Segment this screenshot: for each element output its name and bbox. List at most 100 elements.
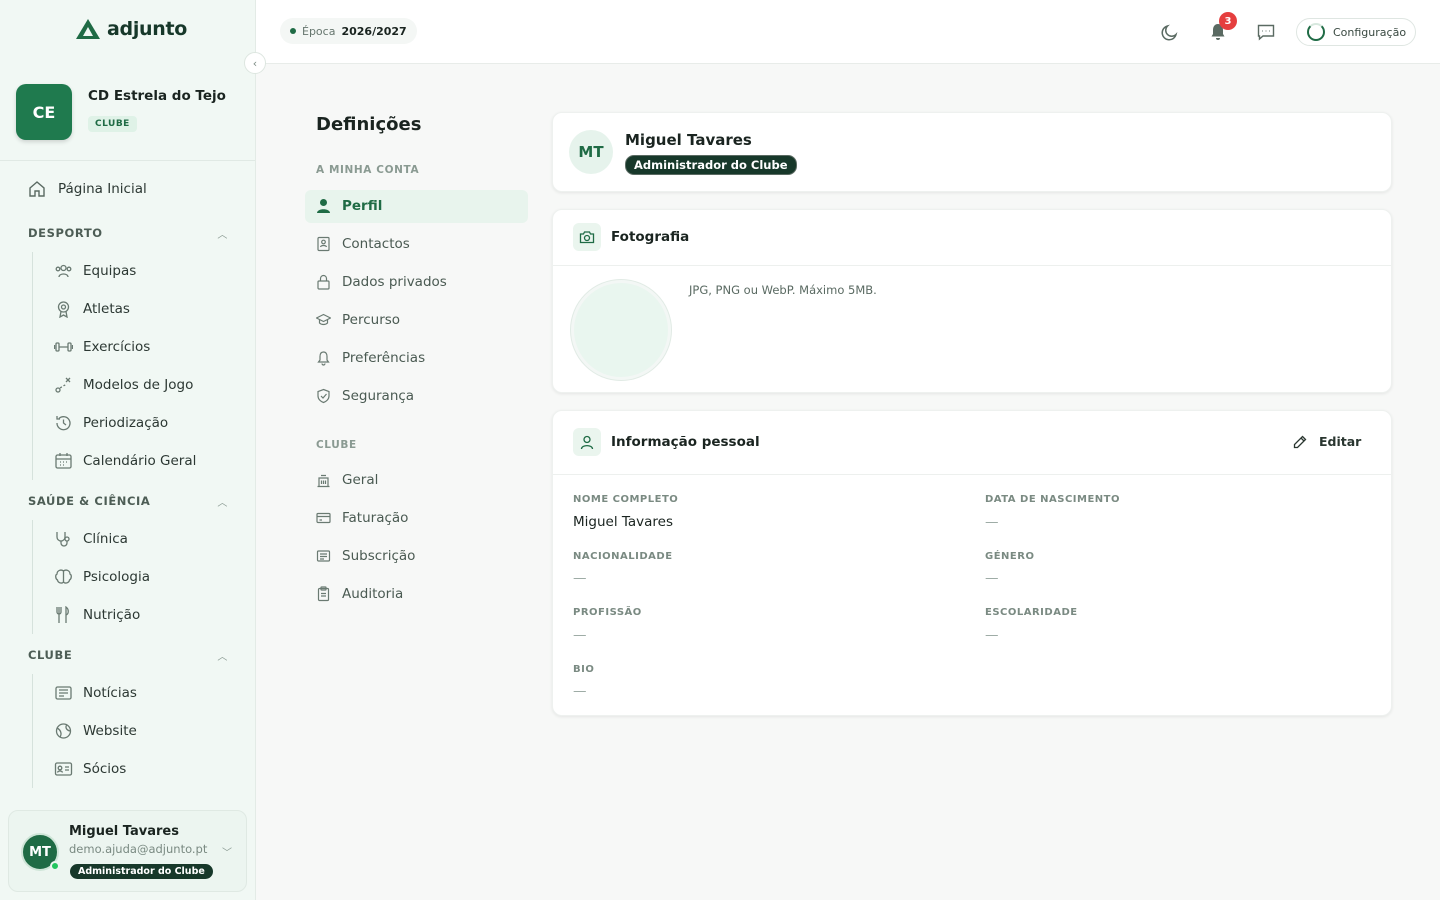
sidebar: adjunto ‹ CE CD Estrela do Tejo CLUBE Pá… [0,0,266,900]
stethoscope-icon [56,532,70,547]
field-label-gender: GÉNERO [985,551,1035,562]
field-label-birth-date: DATA DE NASCIMENTO [985,494,1120,505]
users-icon [55,264,72,278]
settings-item-faturacao[interactable]: Faturação [316,510,408,526]
sidebar-item-socios[interactable]: Sócios [54,760,126,778]
pencil-icon [1293,435,1307,448]
settings-item-label: Perfil [342,198,383,214]
notifications-button[interactable]: 3 [1206,12,1237,44]
club-avatar: CE [16,84,72,140]
online-status-dot [50,861,60,871]
settings-item-label: Faturação [342,510,409,526]
settings-section-account: A MINHA CONTA [316,164,420,176]
sidebar-item-nutricao[interactable]: Nutrição [54,606,140,624]
sidebar-item-equipas[interactable]: Equipas [54,262,136,280]
calendar-icon [55,453,72,469]
brand-logo[interactable]: adjunto [75,18,187,40]
profile-card: MT Miguel Tavares Administrador do Clube [552,112,1392,192]
configuration-button[interactable]: Configuração [1296,18,1416,46]
sidebar-item-clinica[interactable]: Clínica [54,530,128,548]
sidebar-item-psicologia[interactable]: Psicologia [54,568,150,586]
sidebar-item-website[interactable]: Website [54,722,137,740]
sidebar-item-noticias[interactable]: Notícias [54,684,137,702]
settings-item-seguranca[interactable]: Segurança [316,388,414,404]
photo-card: Fotografia JPG, PNG ou WebP. Máximo 5MB. [552,209,1392,393]
sidebar-item-calendario-geral[interactable]: Calendário Geral [54,452,196,470]
settings-section-clube: CLUBE [316,439,357,451]
configuration-label: Configuração [1333,25,1407,39]
settings-item-percurso[interactable]: Percurso [316,312,400,328]
settings-item-contactos[interactable]: Contactos [316,236,410,252]
receipt-icon [316,550,331,562]
settings-item-auditoria[interactable]: Auditoria [316,586,403,602]
settings-item-label: Segurança [342,388,415,404]
user-icon [317,199,330,213]
photo-upload-area[interactable] [571,280,671,380]
brain-icon [55,569,72,584]
user-outline-icon [573,428,601,456]
nav-group-line [32,674,33,788]
sidebar-item-exercicios[interactable]: Exercícios [54,338,150,356]
sidebar-item-atletas[interactable]: Atletas [54,300,130,318]
shield-check-icon [317,388,330,404]
sidebar-item-label: Website [83,723,137,739]
clipboard-icon [317,586,330,602]
field-label-full-name: NOME COMPLETO [573,494,679,505]
sidebar-item-periodizacao[interactable]: Periodização [54,414,168,432]
sidebar-item-label: Equipas [83,263,137,279]
utensils-icon [56,606,69,623]
sidebar-item-label: Modelos de Jogo [83,377,194,393]
sidebar-item-modelos-de-jogo[interactable]: Modelos de Jogo [54,376,193,394]
topbar: Época 2026/2027 3 Configuração [256,0,1440,64]
settings-item-label: Subscrição [342,548,416,564]
page-title: Definições [316,114,422,135]
personal-info-card: Informação pessoal Editar NOME COMPLETO … [552,410,1392,716]
user-menu[interactable]: MT Miguel Tavares demo.ajuda@adjunto.pt … [8,810,247,892]
settings-item-label: Auditoria [342,586,404,602]
id-card-icon [54,762,73,776]
profile-name: Miguel Tavares [625,131,752,149]
settings-item-label: Preferências [342,350,426,366]
chevron-up-icon: ︿ [217,498,228,509]
theme-toggle-button[interactable] [1158,20,1182,44]
club-switcher[interactable]: CE CD Estrela do Tejo CLUBE [0,64,255,161]
field-label-bio: BIO [573,664,595,675]
bell-outline-icon [317,351,330,366]
logo-icon [76,19,100,39]
card-header: Fotografia [553,210,1391,266]
settings-item-subscricao[interactable]: Subscrição [316,548,415,564]
settings-item-perfil[interactable]: Perfil [316,198,382,214]
sidebar-section-saude[interactable]: SAÚDE & CIÊNCIA ︿ [28,494,228,509]
graduation-cap-icon [316,313,331,326]
club-tag: CLUBE [88,116,137,132]
section-title: SAÚDE & CIÊNCIA [28,494,151,508]
field-value-bio: — [573,683,587,699]
sidebar-item-label: Notícias [83,685,137,701]
lock-icon [317,274,330,290]
chevron-left-icon: ‹ [252,56,258,70]
sidebar-item-label: Exercícios [83,339,151,355]
nav-group-line [32,520,33,634]
season-selector[interactable]: Época 2026/2027 [280,18,417,44]
nav-group-line [32,252,33,480]
settings-item-dados-privados[interactable]: Dados privados [316,274,447,290]
notification-count-badge: 3 [1219,12,1237,30]
user-email: demo.ajuda@adjunto.pt [69,842,208,856]
section-title: CLUBE [28,648,73,662]
settings-item-label: Percurso [342,312,401,328]
sidebar-item-home[interactable]: Página Inicial [28,180,147,198]
field-value-birth-date: — [985,514,999,530]
sidebar-section-clube[interactable]: CLUBE ︿ [28,648,228,663]
collapse-sidebar-button[interactable]: ‹ [244,52,266,74]
messages-button[interactable] [1254,20,1278,44]
settings-item-geral[interactable]: Geral [316,472,378,488]
newspaper-icon [55,686,72,700]
settings-item-preferencias[interactable]: Preferências [316,350,425,366]
field-value-education: — [985,627,999,643]
edit-button[interactable]: Editar [1293,434,1361,449]
history-icon [56,416,71,431]
user-role-badge: Administrador do Clube [70,864,213,879]
field-label-nationality: NACIONALIDADE [573,551,673,562]
card-title: Informação pessoal [611,434,760,450]
sidebar-section-desporto[interactable]: DESPORTO ︿ [28,226,228,241]
